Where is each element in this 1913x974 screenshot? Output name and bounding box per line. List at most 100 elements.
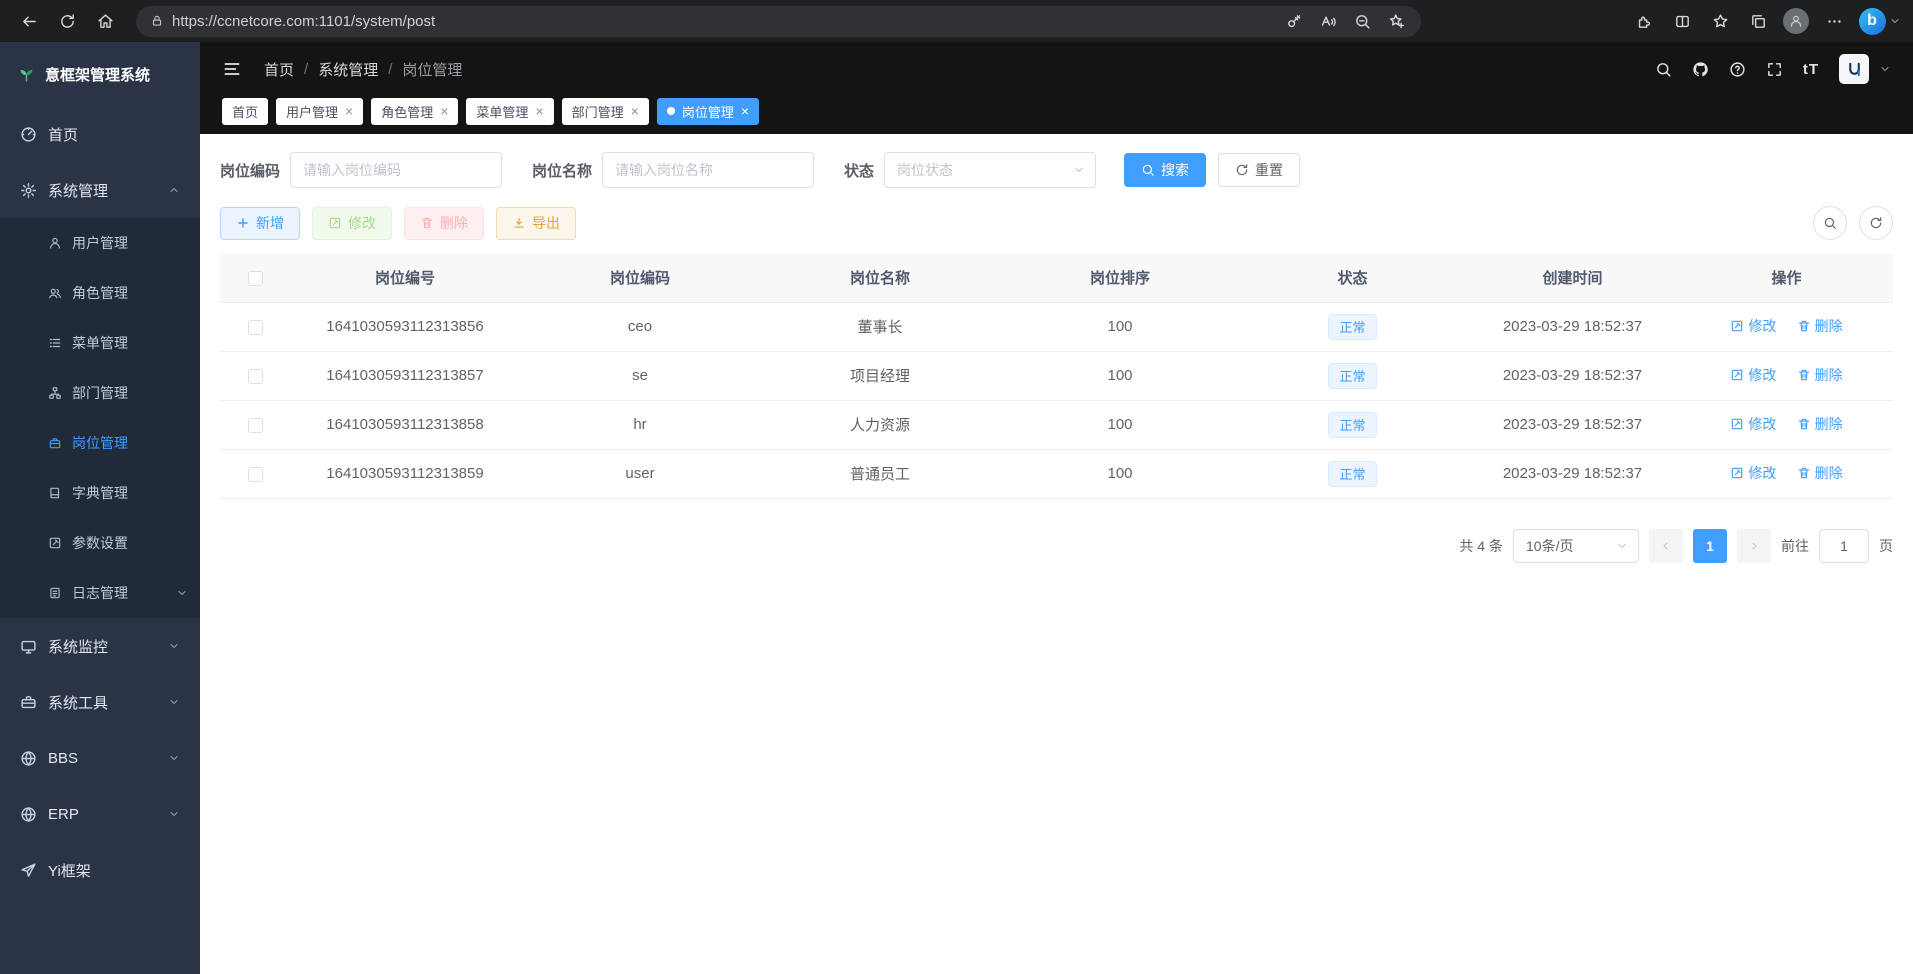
row-edit-link[interactable]: 修改 [1730, 463, 1776, 483]
sidebar-item-system-tools[interactable]: 系统工具 [0, 674, 200, 730]
sidebar-item-erp[interactable]: ERP [0, 786, 200, 842]
sidebar-item-home[interactable]: 首页 [0, 106, 200, 162]
delete-button[interactable]: 删除 [404, 207, 484, 240]
add-button[interactable]: 新增 [220, 207, 300, 240]
sidebar-item-post-management[interactable]: 岗位管理 [0, 418, 200, 468]
tab-department-management[interactable]: 部门管理 × [562, 98, 649, 125]
page-size-select[interactable]: 10条/页 [1513, 529, 1639, 563]
sidebar-item-role-management[interactable]: 角色管理 [0, 268, 200, 318]
user-avatar[interactable] [1839, 54, 1869, 84]
browser-home-icon[interactable] [88, 5, 122, 37]
sidebar-item-log-management[interactable]: 日志管理 [0, 568, 200, 618]
close-icon[interactable]: × [535, 104, 543, 118]
refresh-table-button[interactable] [1859, 206, 1893, 240]
breadcrumb-separator: / [304, 61, 308, 78]
close-icon[interactable]: × [440, 104, 448, 118]
tab-home[interactable]: 首页 [222, 98, 268, 125]
export-button[interactable]: 导出 [496, 207, 576, 240]
close-icon[interactable]: × [345, 104, 353, 118]
collapse-sidebar-icon[interactable] [222, 59, 242, 79]
status-select[interactable]: 岗位状态 [884, 152, 1096, 188]
lock-icon[interactable] [150, 14, 164, 28]
prev-page-button[interactable] [1649, 529, 1683, 563]
url-text[interactable]: https://ccnetcore.com:1101/system/post [172, 13, 1279, 30]
tab-user-management[interactable]: 用户管理 × [276, 98, 363, 125]
row-checkbox[interactable] [248, 320, 263, 335]
column-created-time: 创建时间 [1465, 254, 1680, 302]
sidebar-item-bbs[interactable]: BBS [0, 730, 200, 786]
read-aloud-icon[interactable] [1313, 8, 1343, 34]
row-checkbox[interactable] [248, 467, 263, 482]
chevron-left-icon [1660, 540, 1672, 552]
reset-button[interactable]: 重置 [1218, 153, 1300, 187]
back-icon[interactable] [12, 5, 46, 37]
sidebar-item-user-management[interactable]: 用户管理 [0, 218, 200, 268]
edit-icon [1730, 319, 1744, 333]
row-delete-link[interactable]: 删除 [1797, 316, 1843, 336]
row-checkbox[interactable] [248, 418, 263, 433]
row-edit-link[interactable]: 修改 [1730, 365, 1776, 385]
sidebar-item-label: Yi框架 [48, 860, 91, 881]
app-logo: 意框架管理系统 [0, 42, 200, 106]
goto-page-input[interactable] [1819, 529, 1869, 563]
close-icon[interactable]: × [631, 104, 639, 118]
address-bar[interactable]: https://ccnetcore.com:1101/system/post [136, 6, 1421, 37]
help-icon[interactable] [1729, 61, 1746, 78]
split-screen-icon[interactable] [1665, 5, 1699, 37]
sidebar-item-label: 首页 [48, 124, 78, 145]
user-menu-caret-icon[interactable] [1879, 63, 1891, 75]
password-key-icon[interactable] [1279, 8, 1309, 34]
breadcrumb-home[interactable]: 首页 [264, 59, 294, 80]
post-code-input[interactable] [290, 152, 502, 188]
github-icon[interactable] [1692, 61, 1709, 78]
row-delete-link[interactable]: 删除 [1797, 463, 1843, 483]
tab-post-management[interactable]: 岗位管理 × [657, 98, 759, 125]
tab-menu-management[interactable]: 菜单管理 × [466, 98, 553, 125]
cell-post-code: se [520, 351, 760, 400]
sidebar-item-dictionary-management[interactable]: 字典管理 [0, 468, 200, 518]
row-delete-link[interactable]: 删除 [1797, 365, 1843, 385]
bing-caret-icon[interactable] [1889, 15, 1901, 27]
browser-menu-icon[interactable] [1817, 5, 1851, 37]
pagination: 共 4 条 10条/页 1 前往 页 [220, 529, 1893, 563]
bing-icon[interactable]: b [1855, 5, 1889, 37]
post-name-input[interactable] [602, 152, 814, 188]
extensions-icon[interactable] [1627, 5, 1661, 37]
breadcrumb-system[interactable]: 系统管理 [318, 59, 378, 80]
row-edit-link[interactable]: 修改 [1730, 316, 1776, 336]
font-size-icon[interactable]: tT [1803, 61, 1819, 78]
add-favorite-icon[interactable] [1381, 8, 1411, 34]
search-button[interactable]: 搜索 [1124, 153, 1206, 187]
sidebar-item-parameter-settings[interactable]: 参数设置 [0, 518, 200, 568]
fullscreen-icon[interactable] [1766, 61, 1783, 78]
sidebar-item-department-management[interactable]: 部门管理 [0, 368, 200, 418]
sidebar-item-label: ERP [48, 806, 79, 823]
edit-button[interactable]: 修改 [312, 207, 392, 240]
zoom-out-icon[interactable] [1347, 8, 1377, 34]
reload-icon[interactable] [50, 5, 84, 37]
document-icon [48, 586, 62, 600]
org-tree-icon [48, 386, 62, 400]
book-icon [48, 486, 62, 500]
close-icon[interactable]: × [741, 104, 749, 118]
select-all-checkbox[interactable] [248, 271, 263, 286]
browser-profile-avatar[interactable] [1779, 5, 1813, 37]
tab-role-management[interactable]: 角色管理 × [371, 98, 458, 125]
page-number-button[interactable]: 1 [1693, 529, 1727, 563]
collections-icon[interactable] [1741, 5, 1775, 37]
cell-created-time: 2023-03-29 18:52:37 [1465, 302, 1680, 351]
next-page-button[interactable] [1737, 529, 1771, 563]
sidebar-item-yi-framework[interactable]: Yi框架 [0, 842, 200, 898]
row-delete-link[interactable]: 删除 [1797, 414, 1843, 434]
favorites-icon[interactable] [1703, 5, 1737, 37]
header-search-icon[interactable] [1655, 61, 1672, 78]
chevron-down-icon [168, 640, 180, 652]
sidebar-item-system-monitoring[interactable]: 系统监控 [0, 618, 200, 674]
sidebar-item-system-management[interactable]: 系统管理 [0, 162, 200, 218]
toggle-search-button[interactable] [1813, 206, 1847, 240]
sidebar-item-menu-management[interactable]: 菜单管理 [0, 318, 200, 368]
globe-icon [20, 750, 37, 767]
monitor-icon [20, 638, 37, 655]
row-edit-link[interactable]: 修改 [1730, 414, 1776, 434]
row-checkbox[interactable] [248, 369, 263, 384]
